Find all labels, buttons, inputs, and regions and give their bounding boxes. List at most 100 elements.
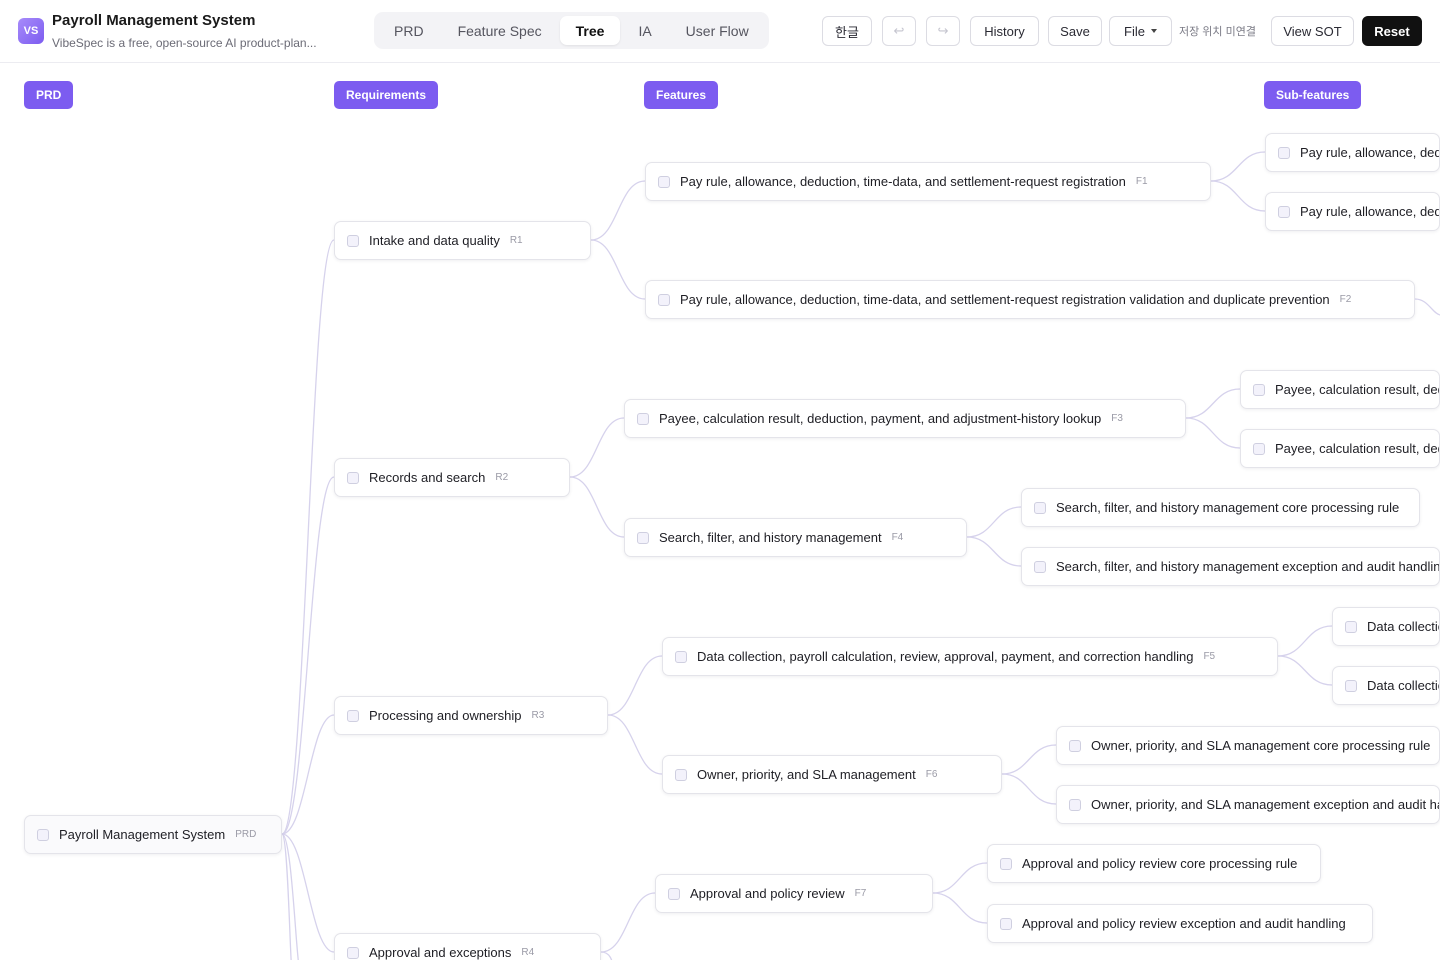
node-checkbox[interactable] bbox=[1345, 679, 1357, 692]
tree-node-root[interactable]: Payroll Management System PRD bbox=[24, 815, 282, 854]
node-label: Payee, calculation result, dedu bbox=[1275, 441, 1440, 456]
tree-node-feature[interactable]: Search, filter, and history management F… bbox=[624, 518, 967, 557]
node-checkbox[interactable] bbox=[675, 768, 687, 781]
app-header: VS Payroll Management System VibeSpec is… bbox=[0, 0, 1440, 63]
tree-node-feature[interactable]: Owner, priority, and SLA management F6 bbox=[662, 755, 1002, 794]
tree-node-requirement[interactable]: Approval and exceptions R4 bbox=[334, 933, 601, 960]
node-checkbox[interactable] bbox=[1253, 383, 1265, 396]
tree-canvas[interactable]: PRD Requirements Features Sub-features P… bbox=[0, 63, 1440, 960]
node-tag: F2 bbox=[1339, 294, 1352, 305]
view-tabs: PRD Feature Spec Tree IA User Flow bbox=[374, 12, 769, 49]
node-checkbox[interactable] bbox=[347, 471, 359, 484]
edge-f2-offscreen bbox=[1414, 298, 1440, 316]
file-menu-button[interactable]: File bbox=[1109, 16, 1172, 46]
node-tag: F3 bbox=[1111, 413, 1123, 424]
tree-node-subfeature[interactable]: Pay rule, allowance, dedu bbox=[1265, 192, 1440, 231]
edge-r2-f4 bbox=[569, 476, 625, 538]
tree-node-subfeature[interactable]: Data collectio bbox=[1332, 607, 1440, 646]
tree-node-requirement[interactable]: Processing and ownership R3 bbox=[334, 696, 608, 735]
node-checkbox[interactable] bbox=[637, 531, 649, 544]
tree-node-subfeature[interactable]: Search, filter, and history management e… bbox=[1021, 547, 1440, 586]
node-checkbox[interactable] bbox=[1000, 917, 1012, 930]
tree-node-subfeature[interactable]: Pay rule, allowance, dedu bbox=[1265, 133, 1440, 172]
edge-r1-f2 bbox=[590, 239, 646, 300]
node-label: Approval and policy review bbox=[690, 886, 845, 901]
node-checkbox[interactable] bbox=[1034, 560, 1046, 573]
edge-r4-more bbox=[600, 951, 613, 960]
node-checkbox[interactable] bbox=[1253, 442, 1265, 455]
app-logo: VS bbox=[18, 18, 44, 44]
tree-node-feature[interactable]: Approval and policy review F7 bbox=[655, 874, 933, 913]
node-checkbox[interactable] bbox=[347, 946, 359, 959]
node-label: Data collectio bbox=[1367, 619, 1440, 634]
tab-user-flow[interactable]: User Flow bbox=[670, 16, 765, 45]
tree-node-feature[interactable]: Pay rule, allowance, deduction, time-dat… bbox=[645, 162, 1211, 201]
tree-node-subfeature[interactable]: Approval and policy review core processi… bbox=[987, 844, 1321, 883]
node-checkbox[interactable] bbox=[347, 234, 359, 247]
node-checkbox[interactable] bbox=[658, 175, 670, 188]
node-checkbox[interactable] bbox=[637, 412, 649, 425]
tree-node-requirement[interactable]: Intake and data quality R1 bbox=[334, 221, 591, 260]
save-button[interactable]: Save bbox=[1048, 16, 1102, 46]
node-tag: F6 bbox=[925, 769, 938, 780]
node-tag: R1 bbox=[509, 235, 523, 246]
edge-r3-f6 bbox=[607, 714, 663, 775]
tab-prd[interactable]: PRD bbox=[378, 16, 440, 45]
node-checkbox[interactable] bbox=[675, 650, 687, 663]
tree-node-subfeature[interactable]: Approval and policy review exception and… bbox=[987, 904, 1373, 943]
node-checkbox[interactable] bbox=[1069, 739, 1081, 752]
node-label: Processing and ownership bbox=[369, 708, 522, 723]
redo-button[interactable]: ↪ bbox=[926, 16, 960, 46]
node-label: Records and search bbox=[369, 470, 486, 485]
edge-root-r3 bbox=[281, 714, 335, 835]
edge-r1-f1 bbox=[590, 180, 646, 241]
redo-icon: ↪ bbox=[937, 23, 949, 38]
node-label: Approval and exceptions bbox=[369, 945, 512, 960]
tree-node-subfeature[interactable]: Data collectio bbox=[1332, 666, 1440, 705]
node-checkbox[interactable] bbox=[1069, 798, 1081, 811]
node-label: Search, filter, and history management e… bbox=[1056, 559, 1440, 574]
node-label: Data collection, payroll calculation, re… bbox=[697, 649, 1194, 664]
node-label: Pay rule, allowance, dedu bbox=[1300, 145, 1440, 160]
tree-node-subfeature[interactable]: Payee, calculation result, dedu bbox=[1240, 370, 1440, 409]
node-label: Owner, priority, and SLA management bbox=[697, 767, 916, 782]
reset-button[interactable]: Reset bbox=[1362, 16, 1422, 46]
edge-r4-f7 bbox=[600, 892, 656, 953]
node-checkbox[interactable] bbox=[658, 293, 670, 306]
node-checkbox[interactable] bbox=[1345, 620, 1357, 633]
tree-node-requirement[interactable]: Records and search R2 bbox=[334, 458, 570, 497]
edge-f4-s6 bbox=[966, 536, 1022, 567]
node-label: Search, filter, and history management bbox=[659, 530, 882, 545]
edge-root-more-2 bbox=[281, 833, 292, 960]
node-checkbox[interactable] bbox=[1034, 501, 1046, 514]
tree-node-subfeature[interactable]: Search, filter, and history management c… bbox=[1021, 488, 1420, 527]
tree-node-subfeature[interactable]: Owner, priority, and SLA management core… bbox=[1056, 726, 1440, 765]
node-checkbox[interactable] bbox=[1278, 205, 1290, 218]
node-checkbox[interactable] bbox=[37, 828, 49, 841]
tab-feature-spec[interactable]: Feature Spec bbox=[442, 16, 558, 45]
tree-node-feature[interactable]: Pay rule, allowance, deduction, time-dat… bbox=[645, 280, 1415, 319]
edge-f7-s11 bbox=[932, 862, 988, 894]
tree-node-feature[interactable]: Payee, calculation result, deduction, pa… bbox=[624, 399, 1186, 438]
chevron-down-icon bbox=[1150, 29, 1157, 33]
node-label: Approval and policy review core processi… bbox=[1022, 856, 1298, 871]
view-sot-button[interactable]: View SOT bbox=[1271, 16, 1354, 46]
undo-button[interactable]: ↩ bbox=[882, 16, 916, 46]
edge-f5-s8 bbox=[1277, 655, 1333, 686]
tab-tree[interactable]: Tree bbox=[559, 16, 621, 45]
history-button[interactable]: History bbox=[970, 16, 1039, 46]
tree-node-subfeature[interactable]: Owner, priority, and SLA management exce… bbox=[1056, 785, 1440, 824]
node-tag: PRD bbox=[235, 829, 257, 840]
node-label: Pay rule, allowance, deduction, time-dat… bbox=[680, 174, 1126, 189]
edge-f1-s2 bbox=[1210, 180, 1266, 212]
node-label: Intake and data quality bbox=[369, 233, 500, 248]
node-checkbox[interactable] bbox=[1278, 146, 1290, 159]
tab-ia[interactable]: IA bbox=[622, 16, 667, 45]
node-tag: F5 bbox=[1203, 651, 1216, 662]
node-checkbox[interactable] bbox=[1000, 857, 1012, 870]
tree-node-feature[interactable]: Data collection, payroll calculation, re… bbox=[662, 637, 1278, 676]
tree-node-subfeature[interactable]: Payee, calculation result, dedu bbox=[1240, 429, 1440, 468]
node-checkbox[interactable] bbox=[347, 709, 359, 722]
language-toggle-button[interactable]: 한글 bbox=[822, 16, 872, 46]
node-checkbox[interactable] bbox=[668, 887, 680, 900]
